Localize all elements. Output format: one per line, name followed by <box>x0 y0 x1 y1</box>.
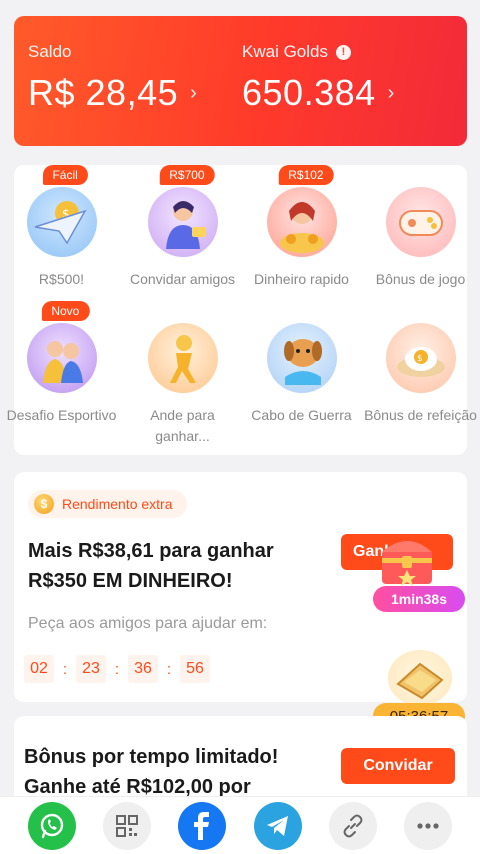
more-icon[interactable] <box>404 801 453 850</box>
walk-icon <box>147 323 218 393</box>
tag-novo: Novo <box>41 301 90 321</box>
saldo-label: Saldo <box>28 42 72 61</box>
grid-item-label: Ande para ganhar... <box>150 407 215 444</box>
rendimento-extra-label: Rendimento extra <box>62 496 173 512</box>
share-bar <box>0 796 480 854</box>
rendimento-extra-pill: $ Rendimento extra <box>28 490 187 518</box>
invite-friends-icon: R$700 <box>147 165 218 257</box>
coin-icon: $ <box>34 494 54 514</box>
telegram-icon[interactable] <box>253 801 302 850</box>
grid-item-desafio[interactable]: Novo Desafio Esportivo <box>5 301 118 426</box>
qr-code-icon[interactable] <box>102 801 151 850</box>
timer-centiseconds: 56 <box>180 655 210 683</box>
grid-item-ande[interactable]: Ande para ganhar... <box>126 323 239 447</box>
timer-hours: 02 <box>24 655 54 683</box>
tag-r102: R$102 <box>278 165 334 185</box>
tag-facil: Fácil <box>42 165 88 185</box>
convidar-button[interactable]: Convidar <box>341 748 455 784</box>
timer-separator: : <box>62 660 68 678</box>
treasure-chest-icon[interactable] <box>372 530 442 590</box>
balance-card: Saldo R$ 28,45 › Kwai Golds ! 650.384 › <box>14 16 467 146</box>
grid-item-label: Bônus de refeição <box>364 407 477 423</box>
grid-item-bonus-jogo[interactable]: Bônus de jogo <box>364 187 477 290</box>
whatsapp-icon[interactable] <box>27 801 76 850</box>
timer-seconds: 36 <box>128 655 158 683</box>
timer-minutes: 23 <box>76 655 106 683</box>
countdown-timer: 02 : 23 : 36 : 56 <box>24 655 210 683</box>
chevron-right-icon: › <box>387 81 395 104</box>
svg-text:$: $ <box>417 354 423 364</box>
sport-challenge-icon: Novo <box>26 301 97 393</box>
features-grid: $ Fácil R$500! R$700 Convidar amigos R$1… <box>7 165 477 455</box>
facebook-icon[interactable] <box>178 801 227 850</box>
meal-egg-icon: $ <box>385 323 456 393</box>
tug-of-war-dog-icon <box>266 323 337 393</box>
ask-friends-text: Peça aos amigos para ajudar em: <box>28 615 268 632</box>
grid-item-500[interactable]: $ Fácil R$500! <box>5 165 118 290</box>
toast-sandwich-icon[interactable] <box>388 650 452 706</box>
gamepad-icon <box>385 187 456 257</box>
saldo-block[interactable]: Saldo R$ 28,45 › <box>28 42 197 114</box>
grid-item-label: Convidar amigos <box>129 271 236 287</box>
saldo-value: R$ 28,45 <box>28 72 179 113</box>
kwai-golds-block[interactable]: Kwai Golds ! 650.384 › <box>242 42 395 114</box>
grid-item-dinheiro[interactable]: R$102 Dinheiro rapido <box>245 165 358 290</box>
extra-title: Mais R$38,61 para ganhar R$350 EM DINHEI… <box>28 540 274 592</box>
grid-item-label: R$500! <box>38 271 85 287</box>
money-girl-icon: R$102 <box>266 165 337 257</box>
info-icon[interactable]: ! <box>335 44 351 60</box>
tag-r700: R$700 <box>159 165 215 185</box>
timer-separator: : <box>114 660 120 678</box>
link-icon[interactable] <box>328 801 377 850</box>
grid-item-refeicao[interactable]: $ Bônus de refeição <box>364 323 477 426</box>
golds-label: Kwai Golds <box>242 42 328 61</box>
grid-item-label: Cabo de Guerra <box>251 407 352 423</box>
float-timer-chest: 1min38s <box>373 586 465 612</box>
timer-separator: : <box>166 660 172 678</box>
grid-item-label: Dinheiro rapido <box>254 271 349 287</box>
grid-item-label: Bônus de jogo <box>375 271 466 287</box>
grid-item-convidar[interactable]: R$700 Convidar amigos <box>126 165 239 290</box>
grid-item-cabo-guerra[interactable]: Cabo de Guerra <box>245 323 358 426</box>
paper-plane-coin-icon: $ Fácil <box>26 165 97 257</box>
bonus-title: Bônus por tempo limitado! Ganhe até R$10… <box>24 746 279 798</box>
grid-item-label: Desafio Esportivo <box>6 407 117 423</box>
chevron-right-icon: › <box>190 81 198 104</box>
golds-value: 650.384 <box>242 72 376 113</box>
